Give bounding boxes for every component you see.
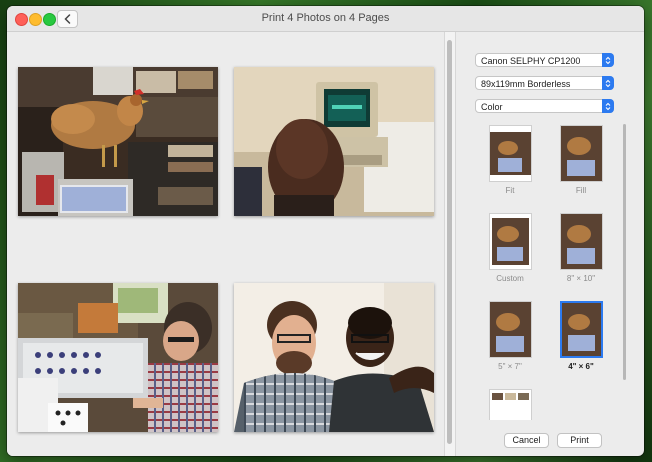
print-settings-sidebar: Canon SELPHY CP1200 89x119mm Borderless … [455, 32, 644, 456]
paper-size-select-value: 89x119mm Borderless [481, 79, 571, 89]
size-thumbnail [488, 301, 532, 358]
size-option-label: 8" × 10" [566, 274, 596, 283]
size-thumbnail-selected [559, 301, 603, 358]
size-option-label: 4" × 6" [568, 362, 594, 371]
size-option-4x6[interactable]: 4" × 6" [546, 301, 616, 371]
chevron-updown-icon [602, 99, 614, 113]
size-thumbnail [488, 213, 532, 270]
size-option-5x7[interactable]: 5" × 7" [475, 301, 545, 371]
size-option-custom[interactable]: Custom [475, 213, 545, 283]
window-title: Print 4 Photos on 4 Pages [261, 12, 390, 24]
printer-select-value: Canon SELPHY CP1200 [481, 56, 581, 66]
size-option-fill[interactable]: Fill [546, 125, 616, 195]
chevron-updown-icon [602, 76, 614, 90]
size-option-8x10[interactable]: 8" × 10" [546, 213, 616, 283]
photo-preview-computer[interactable] [234, 67, 434, 216]
print-preview-area [7, 32, 444, 456]
print-dialog-window: Print 4 Photos on 4 Pages Canon SELPHY C… [7, 6, 644, 456]
printer-select[interactable]: Canon SELPHY CP1200 [475, 53, 614, 67]
size-option-label: Custom [496, 274, 524, 283]
size-option-label: 5" × 7" [498, 362, 522, 371]
cancel-button[interactable]: Cancel [504, 433, 549, 448]
paper-size-select[interactable]: 89x119mm Borderless [475, 76, 614, 90]
size-options-scrollbar[interactable] [623, 124, 626, 380]
photo-preview-chicken[interactable] [18, 67, 218, 216]
size-thumbnail [559, 213, 603, 270]
size-option-contact-sheet[interactable] [475, 389, 545, 420]
size-option-fit[interactable]: Fit [475, 125, 545, 195]
photo-preview-synth[interactable] [18, 283, 218, 432]
size-thumbnail [488, 125, 532, 182]
color-mode-select[interactable]: Color [475, 99, 614, 113]
photo-preview-portrait[interactable] [234, 283, 434, 432]
size-thumbnail [559, 125, 603, 182]
titlebar: Print 4 Photos on 4 Pages [7, 6, 644, 32]
preview-scrollbar-thumb[interactable] [447, 40, 452, 444]
size-option-label: Fit [505, 186, 515, 195]
color-mode-select-value: Color [481, 102, 503, 112]
chevron-updown-icon [602, 53, 614, 67]
print-button[interactable]: Print [557, 433, 602, 448]
size-options-list: Fit Fill Custom 8" × 10" 5" × 7" 4" × 6" [455, 120, 620, 420]
size-thumbnail [488, 389, 532, 420]
size-option-label: Fill [575, 186, 587, 195]
